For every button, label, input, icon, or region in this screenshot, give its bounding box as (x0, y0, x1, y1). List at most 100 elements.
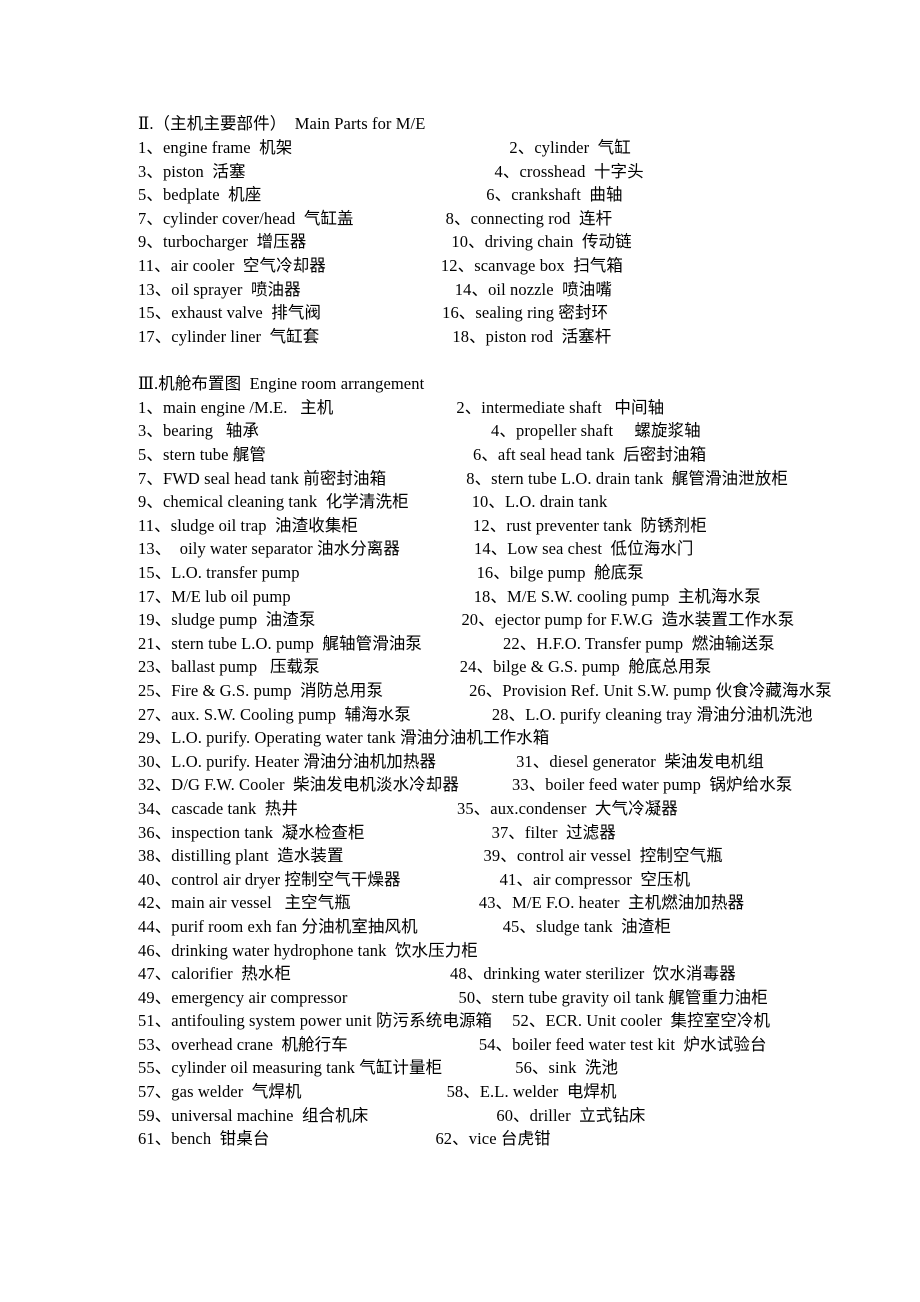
entry-left: 13、oil sprayer 喷油器 (138, 279, 301, 299)
entry-left: 34、cascade tank 热井 (138, 798, 298, 818)
entry-line: 29、L.O. purify. Operating water tank 滑油分… (138, 726, 920, 750)
entry-line: 51、antifouling system power unit 防污系统电源箱… (138, 1009, 920, 1033)
entry-right: 31、diesel generator 柴油发电机组 (516, 751, 764, 771)
entry-left: 9、turbocharger 增压器 (138, 232, 307, 252)
entry-left: 47、calorifier 热水柜 (138, 964, 292, 984)
entry-right: 18、piston rod 活塞杆 (452, 326, 612, 346)
entry-line: 7、cylinder cover/head 气缸盖 8、connecting ro… (138, 207, 920, 231)
entry-right: 37、filter 过滤器 (491, 822, 616, 842)
entry-line: 1、engine frame 机架 2、cylinder 气缸 (138, 136, 920, 160)
entry-left: 1、main engine /M.E. 主机 (138, 397, 334, 417)
entry-line: 5、bedplate 机座 6、crankshaft 曲轴 (138, 183, 920, 207)
entry-left: 53、overhead crane 机舱行车 (138, 1034, 348, 1054)
entry-left: 11、air cooler 空气冷却器 (138, 255, 326, 275)
entry-right: 56、sink 洗池 (515, 1058, 619, 1078)
entry-line: 9、chemical cleaning tank 化学清洗柜 10、L.O. dr… (138, 490, 920, 514)
document-body: Ⅱ.（主机主要部件） Main Parts for M/E 1、engine fr… (138, 112, 920, 1151)
entry-right: 60、driller 立式钻床 (496, 1105, 646, 1125)
entry-right: 33、boiler feed water pump 锅炉给水泵 (512, 775, 793, 795)
entry-right: 50、stern tube gravity oil tank 艉管重力油柜 (458, 987, 768, 1007)
entry-left: 13、 oily water separator 油水分离器 (138, 539, 400, 559)
entry-left: 3、bearing 轴承 (138, 421, 260, 441)
entry-right: 10、driving chain 传动链 (451, 232, 632, 252)
entry-line: 49、emergency air compressor 50、stern tube… (138, 986, 920, 1010)
entry-line: 25、Fire & G.S. pump 消防总用泵 26、Provision Re… (138, 679, 920, 703)
entry-left: 44、purif room exh fan 分油机室抽风机 (138, 916, 418, 936)
entry-left: 57、gas welder 气焊机 (138, 1082, 302, 1102)
entry-left: 55、cylinder oil measuring tank 气缸计量柜 (138, 1058, 443, 1078)
entry-line: 44、purif room exh fan 分油机室抽风机 45、sludge t… (138, 915, 920, 939)
entry-right: 18、M/E S.W. cooling pump 主机海水泵 (473, 586, 761, 606)
entry-line: 53、overhead crane 机舱行车 54、boiler feed wat… (138, 1033, 920, 1057)
entry-right: 24、bilge & G.S. pump 舱底总用泵 (459, 657, 712, 677)
entry-left: 15、L.O. transfer pump (138, 563, 300, 582)
entry-line: 3、piston 活塞 4、crosshead 十字头 (138, 160, 920, 184)
entry-right: 41、air compressor 空压机 (499, 869, 691, 889)
entry-line: 1、main engine /M.E. 主机 2、intermediate sha… (138, 396, 920, 420)
entry-left: 27、aux. S.W. Cooling pump 辅海水泵 (138, 704, 411, 724)
section-heading: Ⅲ.机舱布置图 Engine room arrangement (138, 373, 425, 393)
entry-list: 1、main engine /M.E. 主机 2、intermediate sha… (138, 396, 920, 1151)
entry-left: 30、L.O. purify. Heater 滑油分油机加热器 (138, 751, 437, 771)
entry-left: 49、emergency air compressor (138, 987, 348, 1007)
entry-right: 10、L.O. drain tank (471, 492, 608, 512)
entry-line: 46、drinking water hydrophone tank 饮水压力柜 (138, 939, 920, 963)
entry-left: 59、universal machine 组合机床 (138, 1105, 369, 1125)
entry-line: 17、M/E lub oil pump 18、M/E S.W. cooling p… (138, 585, 920, 609)
entry-left: 51、antifouling system power unit 防污系统电源箱 (138, 1011, 493, 1031)
entry-left: 61、bench 钳桌台 (138, 1129, 270, 1149)
entry-right: 28、L.O. purify cleaning tray 滑油分油机洗池 (491, 704, 813, 724)
entry-left: 15、exhaust valve 排气阀 (138, 303, 322, 323)
entry-right: 12、scanvage box 扫气箱 (440, 255, 623, 275)
entry-line: 34、cascade tank 热井 35、aux.condenser 大气冷凝器 (138, 797, 920, 821)
section-main-parts-for-me: Ⅱ.（主机主要部件） Main Parts for M/E 1、engine fr… (138, 112, 920, 348)
entry-right: 22、H.F.O. Transfer pump 燃油输送泵 (503, 633, 775, 653)
entry-right: 4、crosshead 十字头 (494, 161, 644, 181)
entry-left: 46、drinking water hydrophone tank 饮水压力柜 (138, 940, 478, 960)
entry-left: 7、FWD seal head tank 前密封油箱 (138, 468, 387, 488)
entry-line: 30、L.O. purify. Heater 滑油分油机加热器 31、diesel… (138, 750, 920, 774)
entry-left: 42、main air vessel 主空气瓶 (138, 893, 351, 913)
entry-right: 12、rust preventer tank 防锈剂柜 (473, 515, 707, 535)
entry-left: 21、stern tube L.O. pump 艉轴管滑油泵 (138, 633, 423, 653)
entry-left: 5、bedplate 机座 (138, 185, 262, 205)
entry-line: 5、stern tube 艉管 6、aft seal head tank 后密封油… (138, 443, 920, 467)
entry-line: 3、bearing 轴承 4、propeller shaft 螺旋浆轴 (138, 419, 920, 443)
document-page: Ⅱ.（主机主要部件） Main Parts for M/E 1、engine fr… (0, 0, 920, 1302)
entry-line: 7、FWD seal head tank 前密封油箱 8、stern tube L… (138, 467, 920, 491)
entry-right: 26、Provision Ref. Unit S.W. pump 伙食冷藏海水泵 (469, 680, 832, 700)
entry-left: 5、stern tube 艉管 (138, 445, 266, 465)
entry-right: 8、stern tube L.O. drain tank 艉管滑油泄放柜 (466, 468, 788, 488)
entry-right: 2、cylinder 气缸 (509, 138, 631, 157)
entry-line: 11、air cooler 空气冷却器 12、scanvage box 扫气箱 (138, 254, 920, 278)
entry-line: 15、exhaust valve 排气阀 16、sealing ring 密封环 (138, 301, 920, 325)
section-heading: Ⅱ.（主机主要部件） Main Parts for M/E (138, 114, 426, 133)
entry-line: 9、turbocharger 增压器 10、driving chain 传动链 (138, 230, 920, 254)
entry-left: 23、ballast pump 压载泵 (138, 657, 320, 677)
entry-left: 40、control air dryer 控制空气干燥器 (138, 869, 401, 889)
entry-line: 38、distilling plant 造水装置 39、control air v… (138, 844, 920, 868)
entry-left: 38、distilling plant 造水装置 (138, 846, 344, 866)
entry-right: 16、bilge pump 舱底泵 (476, 563, 644, 582)
entry-right: 16、sealing ring 密封环 (442, 303, 609, 323)
entry-right: 8、connecting rod 连杆 (445, 208, 613, 228)
entry-right: 43、M/E F.O. heater 主机燃油加热器 (478, 893, 745, 913)
entry-right: 39、control air vessel 控制空气瓶 (483, 846, 723, 866)
entry-right: 2、intermediate shaft 中间轴 (456, 397, 665, 417)
entry-right: 4、propeller shaft 螺旋浆轴 (491, 421, 701, 441)
entry-line: 13、oil sprayer 喷油器 14、oil nozzle 喷油嘴 (138, 278, 920, 302)
entry-right: 48、drinking water sterilizer 饮水消毒器 (450, 964, 736, 984)
entry-line: 11、sludge oil trap 油渣收集柜 12、rust prevente… (138, 514, 920, 538)
entry-line: 61、bench 钳桌台 62、vice 台虎钳 (138, 1127, 920, 1151)
entry-left: 11、sludge oil trap 油渣收集柜 (138, 515, 359, 535)
entry-right: 35、aux.condenser 大气冷凝器 (456, 798, 678, 818)
entry-left: 36、inspection tank 凝水检查柜 (138, 822, 365, 842)
section-engine-room-arrangement: Ⅲ.机舱布置图 Engine room arrangement 1、main en… (138, 372, 920, 1151)
entry-line: 19、sludge pump 油渣泵 20、ejector pump for F.… (138, 608, 920, 632)
entry-right: 45、sludge tank 油渣柜 (502, 916, 671, 936)
entry-line: 47、calorifier 热水柜 48、drinking water steri… (138, 962, 920, 986)
entry-right: 54、boiler feed water test kit 炉水试验台 (478, 1034, 767, 1054)
entry-line: 55、cylinder oil measuring tank 气缸计量柜 56、s… (138, 1056, 920, 1080)
entry-line: 27、aux. S.W. Cooling pump 辅海水泵 28、L.O. pu… (138, 703, 920, 727)
entry-line: 59、universal machine 组合机床 60、driller 立式钻床 (138, 1104, 920, 1128)
